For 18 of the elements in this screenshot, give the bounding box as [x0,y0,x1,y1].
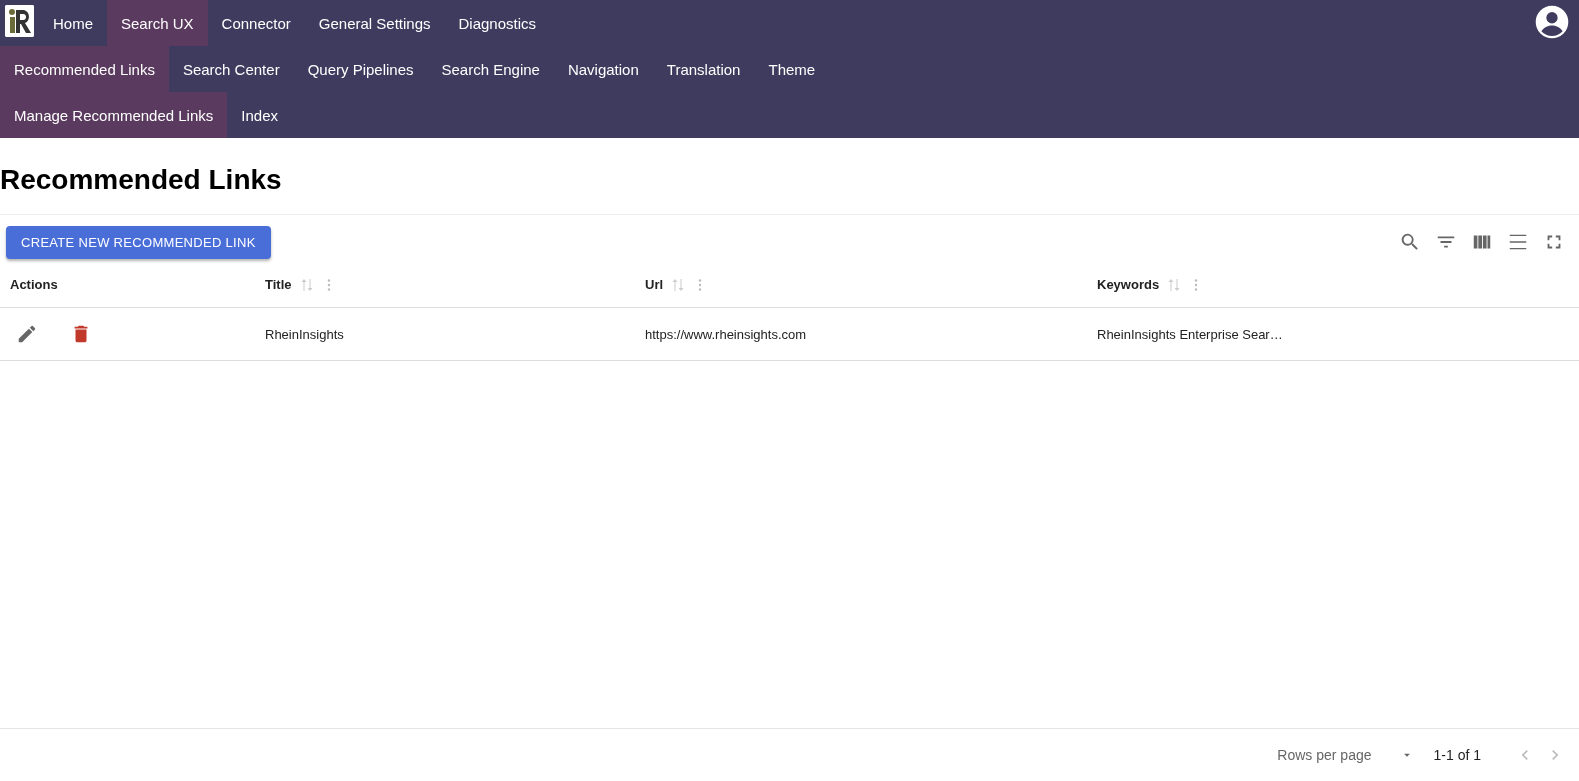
column-header: Actions [10,277,58,292]
column-header: Url [645,277,664,292]
rows-per-page-label: Rows per page [1277,747,1372,763]
page-range: 1-1 of 1 [1433,747,1481,763]
account-icon[interactable] [1535,5,1569,39]
sub-nav-tab[interactable]: Recommended Links [0,46,169,92]
create-button[interactable]: CREATE NEW RECOMMENDED LINK [6,225,271,259]
table-cell-text: RheinInsights [264,326,345,342]
page-nav-tab[interactable]: Manage Recommended Links [0,92,228,138]
main-nav-tab[interactable]: Search UX [107,0,208,46]
column-header: Title [265,277,292,292]
search-icon[interactable] [1399,231,1421,253]
table-cell-text: RheinInsights Enterprise Sear… [1096,326,1284,342]
column-header: Keywords [1097,277,1160,292]
edit-pencil-icon[interactable] [16,323,38,345]
page-title: Recommended Links [0,164,283,196]
table-cell-text: https://www.rheinsights.com [644,326,808,342]
logo-icon[interactable] [5,5,34,37]
